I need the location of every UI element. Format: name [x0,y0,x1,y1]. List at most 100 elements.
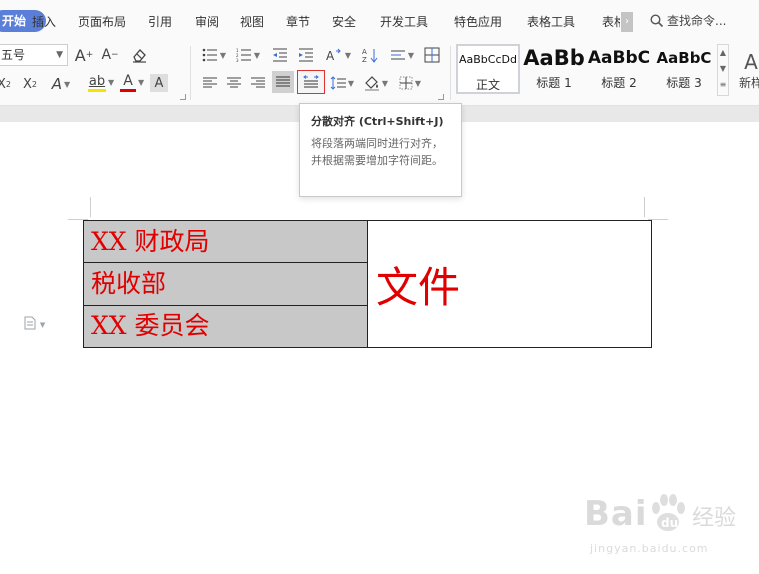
style-heading-2-preview: AaBbC [587,48,651,68]
expand-gallery-icon[interactable]: ≡ [718,77,728,93]
chevron-down-icon: ▼ [39,321,46,329]
font-dialog-launcher[interactable] [180,94,186,100]
menu-scroll-right-button[interactable]: › [621,12,633,32]
distributed-align-button[interactable] [297,70,325,94]
highlighter-icon: ab [88,73,106,89]
style-heading-2-label: 标题 2 [601,76,637,90]
sort-button[interactable]: AZ [360,45,380,65]
character-shading-icon: A [154,75,164,91]
subscript-icon: X [23,76,32,92]
align-right-button[interactable] [248,73,268,93]
toolbar-separator [190,46,191,100]
style-heading-1[interactable]: AaBb 标题 1 [522,44,586,94]
menu-tab-chapter[interactable]: 章节 [286,13,310,30]
style-heading-3-preview: AaBbC [656,49,712,67]
menu-tab-security[interactable]: 安全 [332,13,356,30]
bullet-list-button[interactable]: ▼ [200,45,228,65]
menu-tab-features[interactable]: 特色应用 [454,13,502,30]
table-cell[interactable]: XX 财政局 [83,219,368,264]
numbered-list-icon: 123 [236,48,251,62]
font-size-value: 五号 [1,48,26,62]
menu-tab-references[interactable]: 引用 [148,13,172,30]
style-normal-preview: AaBbCcDd [459,53,517,66]
table-cell[interactable]: 税收部 [83,262,368,306]
character-shading-button[interactable]: A [150,74,168,92]
menu-bar: 开始 插入 页面布局 引用 审阅 视图 章节 安全 开发工具 特色应用 表格工具… [0,0,759,40]
subscript-button[interactable]: X2 [20,74,40,94]
chevron-down-icon: ▼ [56,50,63,60]
highlight-color-bar [88,88,106,92]
distributed-align-icon [303,75,319,88]
paragraph-dialog-launcher[interactable] [438,94,444,100]
baidu-jingyan-watermark: Bai du 经验 jingyan.baidu.com [584,488,754,568]
align-left-button[interactable] [200,73,220,93]
wps-writer-window: 开始 插入 页面布局 引用 审阅 视图 章节 安全 开发工具 特色应用 表格工具… [0,0,759,574]
shrink-font-button[interactable]: A − [100,45,120,65]
style-heading-3[interactable]: AaBbC 标题 3 [652,44,716,94]
shrink-font-icon: A [101,47,112,63]
chevron-down-icon[interactable]: ▼ [138,78,144,87]
borders-icon [399,76,413,90]
font-size-select[interactable]: 五号 ▼ [0,44,68,66]
chevron-down-icon[interactable]: ▼ [108,78,114,87]
text-effect-button[interactable]: A ▼ [48,74,74,94]
bullet-list-icon [202,48,217,62]
menu-tab-insert[interactable]: 插入 [32,13,56,30]
menu-tab-view[interactable]: 视图 [240,13,264,30]
line-spacing-button[interactable]: ▼ [328,73,356,93]
menu-tab-developer[interactable]: 开发工具 [380,13,428,30]
increase-indent-button[interactable] [296,45,316,65]
align-center-button[interactable] [224,73,244,93]
text-effect-icon: A [51,75,63,93]
tooltip-body: 将段落两端同时进行对齐，并根据需要增加字符间距。 [311,137,443,167]
chevron-down-icon[interactable]: ▼ [718,61,728,77]
menu-tab-review[interactable]: 审阅 [195,13,219,30]
new-style-button[interactable]: A 新样 [736,44,759,96]
align-center-icon [227,77,241,88]
justify-button[interactable] [272,71,294,93]
chevron-down-icon: ▼ [253,50,261,60]
style-heading-3-label: 标题 3 [666,76,702,90]
style-normal-label: 正文 [475,78,500,92]
align-right-icon [251,77,265,88]
decrease-indent-button[interactable] [270,45,290,65]
shading-button[interactable]: ▼ [362,73,390,93]
chevron-down-icon: ▼ [64,79,71,89]
paragraph-handle[interactable]: ▼ [24,316,45,333]
jingyan-text: 经验 [692,506,737,531]
superscript-button[interactable]: X2 [0,74,14,94]
merged-cell-document[interactable]: 文件 [367,220,652,348]
paint-bucket-icon [364,76,379,91]
eraser-icon [133,49,146,63]
borders-button[interactable]: ▼ [396,73,424,93]
font-color-button[interactable]: A [117,72,139,94]
command-search[interactable]: 查找命令... [650,12,726,29]
style-heading-2[interactable]: AaBbC 标题 2 [587,44,651,94]
clear-format-button[interactable] [128,45,150,65]
outdent-icon [273,48,287,62]
tooltip-distributed-align: 分散对齐 (Ctrl+Shift+J) 将段落两端同时进行对齐，并根据需要增加字… [299,103,462,197]
show-hide-marks-button[interactable]: ▼ [388,45,416,65]
baidu-logo: Bai [584,494,648,534]
sort-icon: AZ [362,48,378,63]
style-gallery-scroll[interactable]: ▲ ▼ ≡ [717,44,729,96]
table-border-button[interactable] [422,45,442,65]
svg-text:A: A [326,49,335,63]
chevron-down-icon: ▼ [381,78,389,88]
grow-font-button[interactable]: A + [74,45,94,65]
menu-tab-table-style[interactable]: 表格 [602,13,620,30]
tooltip-title: 分散对齐 (Ctrl+Shift+J) [311,115,444,128]
chevron-up-icon[interactable]: ▲ [718,45,728,61]
letterhead-table[interactable]: XX 财政局 文件 税收部 XX 委员会 [83,219,652,349]
menu-tab-page-layout[interactable]: 页面布局 [78,13,126,30]
chevron-down-icon: ▼ [219,50,227,60]
chevron-down-icon: ▼ [414,78,422,88]
ribbon-toolbar: 五号 ▼ A + A − X2 X2 A ▼ ab ▼ A ▼ A ▼ 1 2 3 ▼ [0,40,759,106]
style-normal[interactable]: AaBbCcDd 正文 [456,44,520,94]
watermark-url: jingyan.baidu.com [590,542,709,555]
numbered-list-button[interactable]: 1 2 3 ▼ [234,45,262,65]
menu-tab-table-tools[interactable]: 表格工具 [527,13,575,30]
chinese-layout-button[interactable]: A ▼ [324,45,352,65]
paragraph-mark-icon [390,50,405,60]
table-cell[interactable]: XX 委员会 [83,304,368,349]
